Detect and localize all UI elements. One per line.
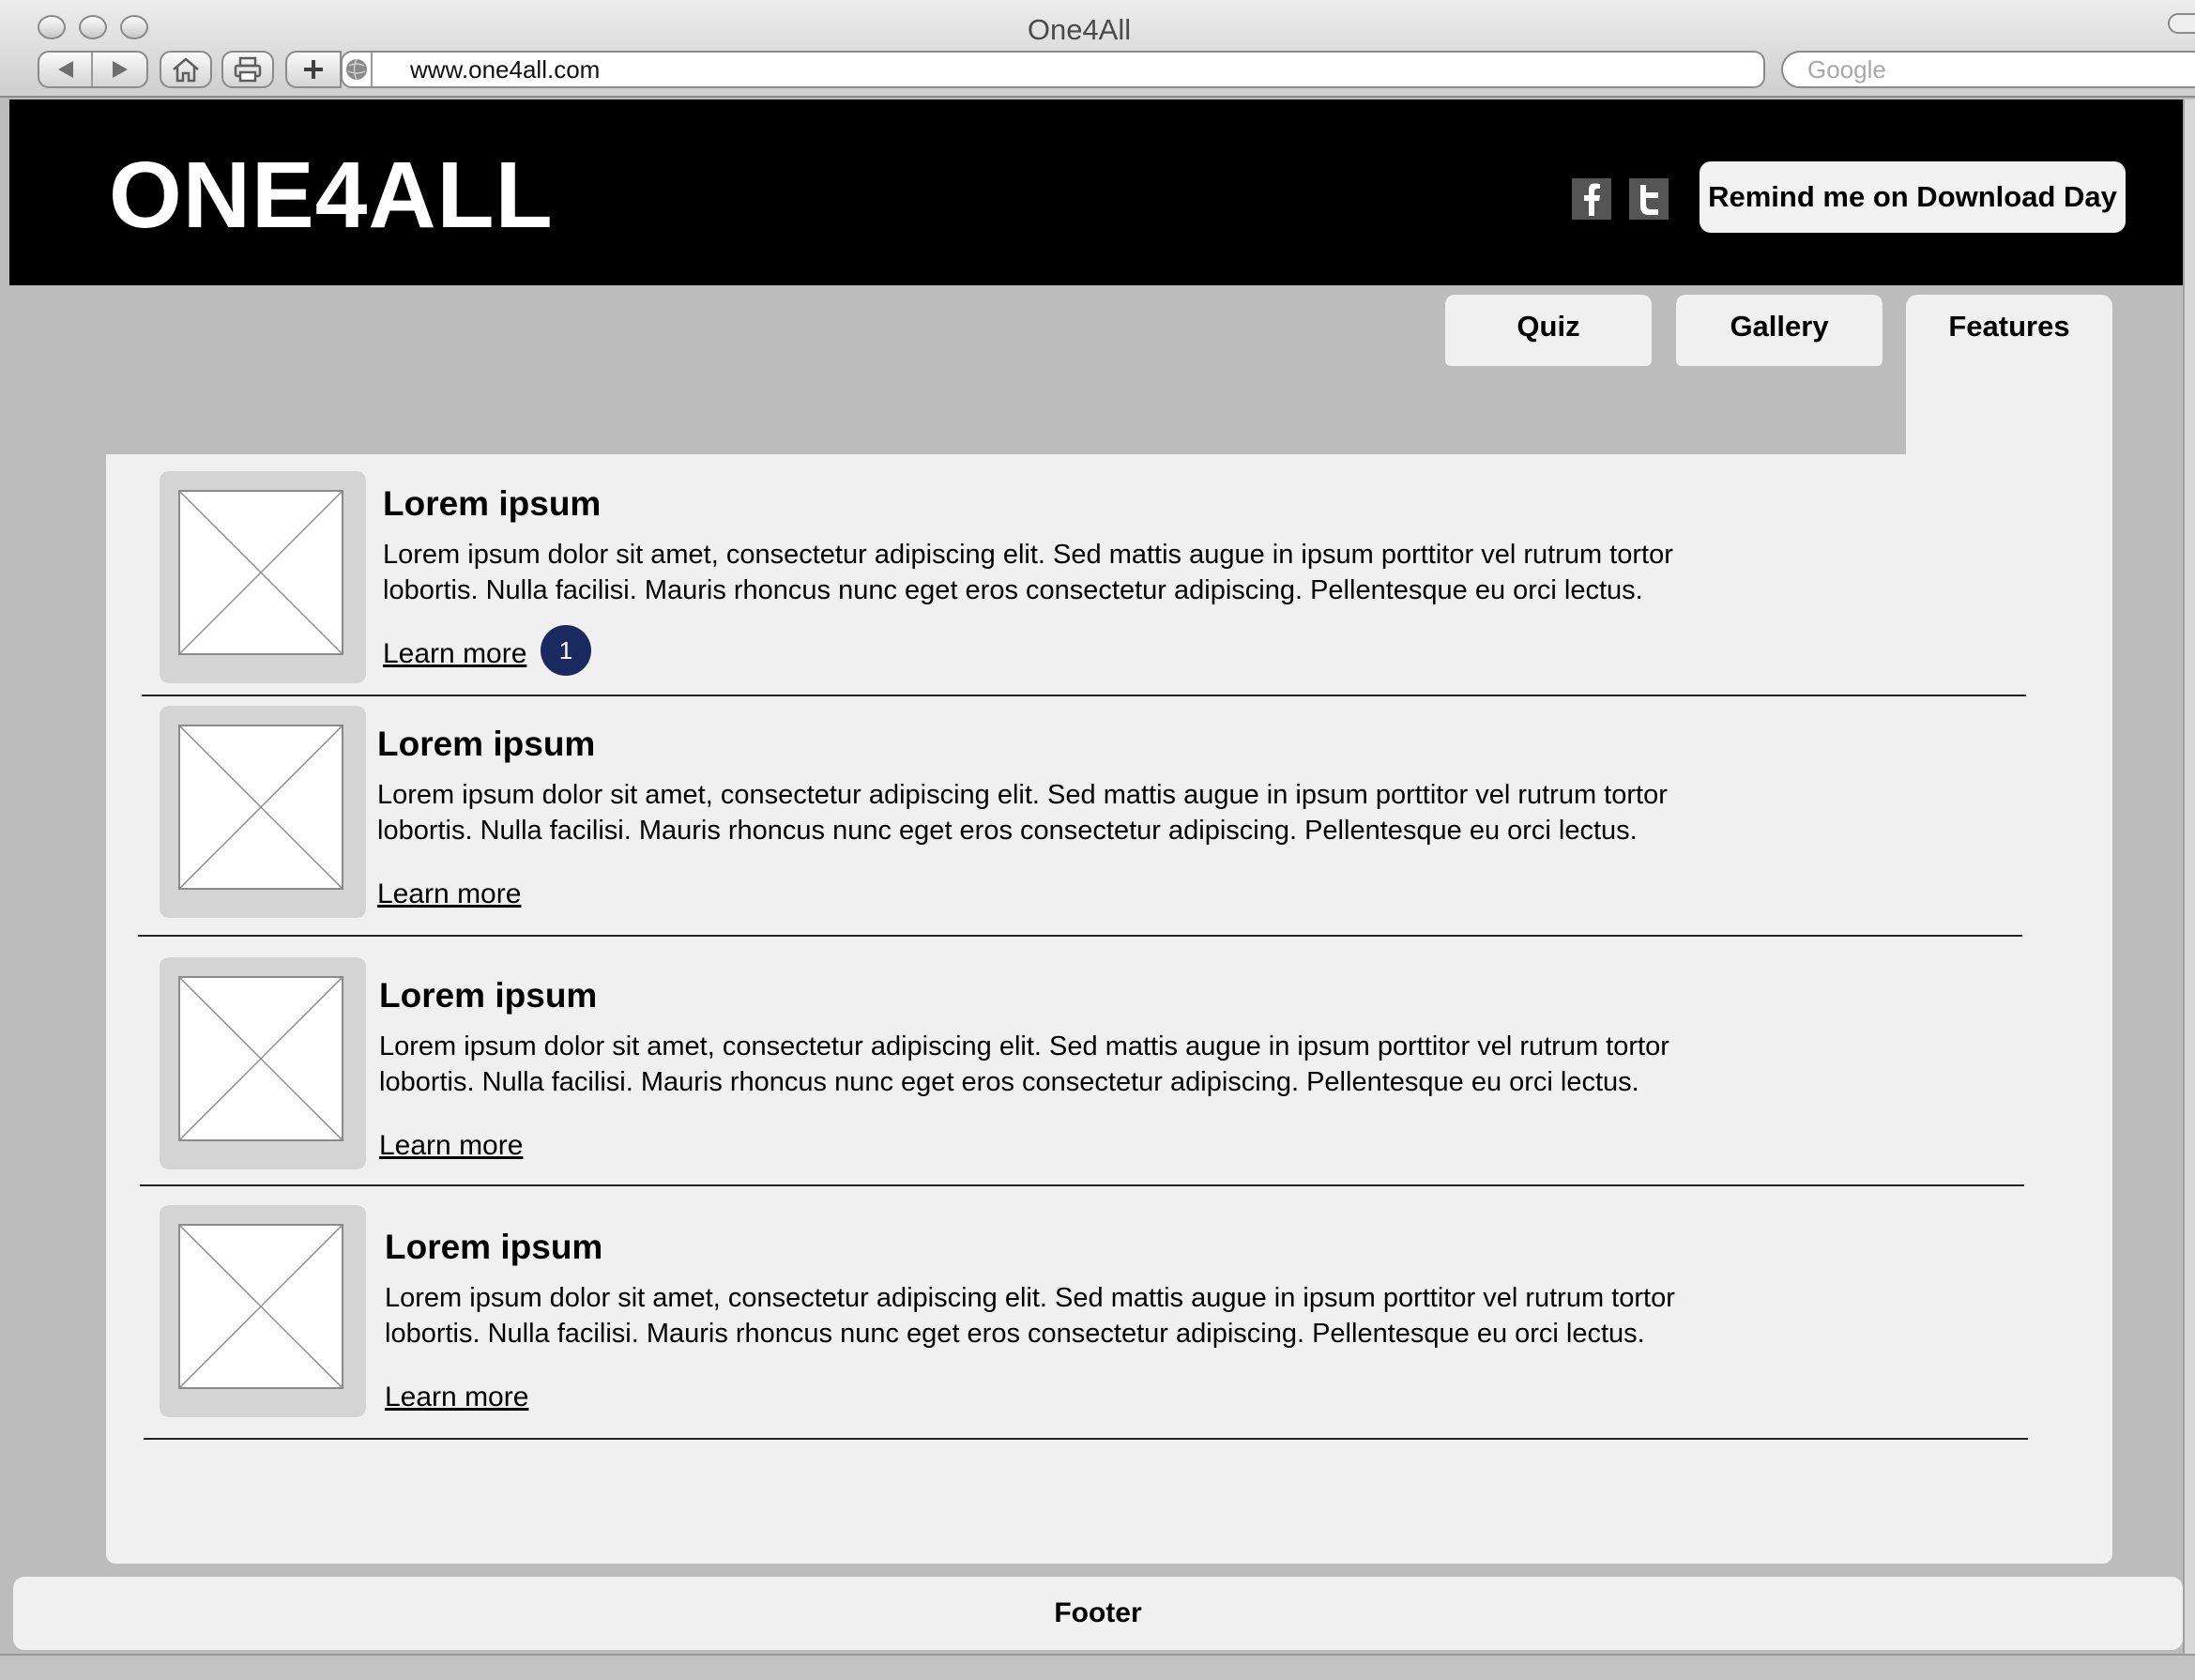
image-placeholder [160,1205,366,1417]
list-item: Lorem ipsum Lorem ipsum dolor sit amet, … [160,706,2036,922]
add-bookmark-button[interactable] [285,51,342,88]
item-heading: Lorem ipsum [377,725,596,763]
learn-more-link[interactable]: Learn more [383,638,526,670]
tab-gallery[interactable]: Gallery [1676,295,1883,366]
tab-quiz[interactable]: Quiz [1445,295,1652,366]
facebook-icon[interactable] [1572,178,1611,220]
page-footer: Footer [13,1577,2183,1650]
item-heading: Lorem ipsum [379,976,598,1015]
list-item: Lorem ipsum Lorem ipsum dolor sit amet, … [160,471,2036,687]
remind-download-day-button[interactable]: Remind me on Download Day [1700,161,2126,233]
back-arrow-icon [57,61,73,78]
globe-icon [343,53,373,86]
learn-more-link[interactable]: Learn more [379,1130,523,1162]
annotation-badge: 1 [541,625,591,676]
back-button[interactable] [39,53,94,86]
placeholder-image-icon [178,490,343,655]
print-button[interactable] [221,51,274,88]
item-description: Lorem ipsum dolor sit amet, consectetur … [379,1031,1669,1097]
address-bar[interactable]: www.one4all.com [341,51,1765,88]
learn-more-link[interactable]: Learn more [385,1382,528,1413]
plus-icon [287,53,340,86]
forward-arrow-icon [112,61,128,78]
item-divider [144,1438,2028,1440]
window-scrollbar[interactable] [2183,99,2195,1654]
url-text: www.one4all.com [410,54,601,84]
window-bottom-bar [0,1654,2195,1680]
placeholder-image-icon [178,1224,343,1389]
item-description: Lorem ipsum dolor sit amet, consectetur … [383,540,1673,605]
item-heading: Lorem ipsum [385,1228,603,1266]
learn-more-link[interactable]: Learn more [377,878,521,910]
image-placeholder [160,957,366,1169]
item-heading: Lorem ipsum [383,484,602,523]
item-divider [140,1184,2024,1186]
back-forward-group [38,51,148,88]
image-placeholder [160,471,366,683]
print-icon [223,53,272,86]
list-item: Lorem ipsum Lorem ipsum dolor sit amet, … [160,1205,2036,1421]
item-description: Lorem ipsum dolor sit amet, consectetur … [377,780,1668,846]
item-description: Lorem ipsum dolor sit amet, consectetur … [385,1283,1675,1349]
search-placeholder: Google [1807,54,1886,84]
browser-chrome: One4All www.one4all.com Google [0,0,2195,98]
forward-button[interactable] [93,53,146,86]
item-divider [142,695,2026,696]
list-item: Lorem ipsum Lorem ipsum dolor sit amet, … [160,957,2036,1173]
window-title: One4All [1027,13,1132,46]
placeholder-image-icon [178,725,343,890]
site-logo[interactable]: ONE4ALL [109,148,554,242]
tab-features[interactable]: Features [1906,295,2112,454]
toolbar-toggle-button[interactable] [2168,13,2195,34]
home-button[interactable] [160,51,212,88]
item-divider [138,935,2022,937]
search-input[interactable]: Google [1781,51,2195,88]
twitter-icon[interactable] [1629,178,1669,220]
home-icon [161,53,210,86]
placeholder-image-icon [178,976,343,1141]
site-header: ONE4ALL Remind me on Download Day [9,99,2183,285]
image-placeholder [160,706,366,918]
